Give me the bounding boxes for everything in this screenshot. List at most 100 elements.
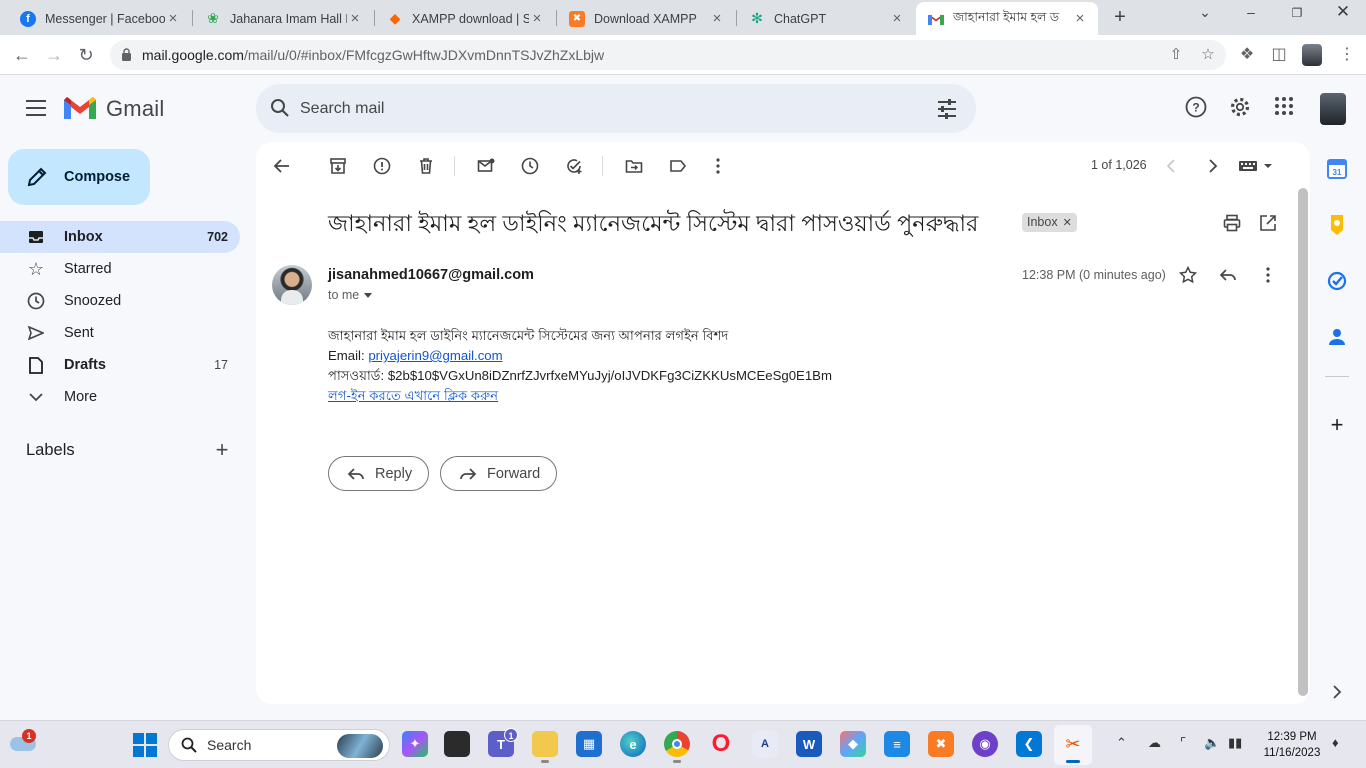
close-icon[interactable]: × bbox=[1072, 10, 1088, 27]
minimize-button[interactable]: – bbox=[1236, 4, 1266, 20]
share-icon[interactable]: ⇧ bbox=[1166, 46, 1186, 66]
close-window-button[interactable]: ✕ bbox=[1328, 2, 1358, 22]
word-icon[interactable]: W bbox=[796, 731, 822, 757]
forward-button[interactable]: Forward bbox=[440, 456, 558, 491]
browser-menu-icon[interactable]: ⋮ bbox=[1336, 44, 1358, 66]
open-new-window-button[interactable] bbox=[1256, 211, 1280, 235]
onedrive-icon[interactable]: ☁ bbox=[1148, 735, 1161, 751]
search-icon[interactable] bbox=[270, 98, 290, 118]
message-more-icon[interactable] bbox=[1256, 263, 1280, 287]
address-bar[interactable]: mail.google.com/mail/u/0/#inbox/FMfcgzGw… bbox=[110, 40, 1226, 70]
chrome-icon[interactable] bbox=[664, 731, 690, 757]
print-all-button[interactable] bbox=[1220, 211, 1244, 235]
github-icon[interactable]: ◉ bbox=[972, 731, 998, 757]
snipping-tool-icon[interactable]: ✂ bbox=[1060, 731, 1086, 757]
email-link[interactable]: priyajerin9@gmail.com bbox=[368, 348, 502, 363]
taskbar-search[interactable]: Search bbox=[168, 729, 390, 761]
side-panel-icon[interactable]: ◫ bbox=[1268, 44, 1290, 66]
close-icon[interactable]: × bbox=[165, 10, 181, 27]
volume-icon[interactable]: 🔈 bbox=[1204, 735, 1220, 751]
nav-starred[interactable]: ☆ Starred bbox=[0, 253, 240, 285]
search-options-icon[interactable] bbox=[936, 98, 958, 120]
search-input[interactable] bbox=[300, 96, 900, 122]
reply-icon-button[interactable] bbox=[1216, 263, 1240, 287]
sender-email[interactable]: jisanahmed10667@gmail.com bbox=[328, 267, 534, 283]
newer-button[interactable] bbox=[1160, 154, 1184, 178]
new-tab-button[interactable]: + bbox=[1110, 6, 1130, 28]
nav-more[interactable]: More bbox=[0, 381, 240, 413]
archive-button[interactable] bbox=[326, 154, 350, 178]
store-icon[interactable]: ▦ bbox=[576, 731, 602, 757]
nav-snoozed[interactable]: Snoozed bbox=[0, 285, 240, 317]
inbox-label-chip[interactable]: Inbox ✕ bbox=[1022, 213, 1077, 232]
bookmark-star-icon[interactable]: ☆ bbox=[1198, 46, 1218, 66]
remove-label-icon[interactable]: ✕ bbox=[1063, 217, 1072, 229]
tab-jahanara-hall[interactable]: ❀ Jahanara Imam Hall D × bbox=[193, 2, 373, 35]
battery-icon[interactable]: ▮▮ bbox=[1228, 735, 1242, 751]
mark-unread-button[interactable] bbox=[474, 154, 498, 178]
extensions-icon[interactable]: ❖ bbox=[1236, 44, 1258, 66]
tab-search-icon[interactable]: ⌄ bbox=[1190, 4, 1220, 21]
tray-overflow-icon[interactable]: ⌃ bbox=[1116, 735, 1127, 751]
caret-down-icon[interactable] bbox=[364, 293, 373, 299]
nav-drafts[interactable]: Drafts 17 bbox=[0, 349, 240, 381]
main-menu-icon[interactable] bbox=[26, 100, 46, 118]
settings-gear-icon[interactable] bbox=[1228, 96, 1252, 120]
app-icon[interactable]: A bbox=[752, 731, 778, 757]
apps-grid-icon[interactable] bbox=[1272, 96, 1296, 120]
opera-icon[interactable]: O bbox=[708, 730, 734, 757]
account-avatar[interactable] bbox=[1320, 93, 1346, 125]
file-explorer-icon[interactable] bbox=[532, 731, 558, 757]
restore-button[interactable]: ❐ bbox=[1282, 6, 1312, 20]
back-to-inbox-button[interactable] bbox=[270, 154, 294, 178]
xampp-taskbar-icon[interactable]: ✖ bbox=[928, 731, 954, 757]
tab-messenger[interactable]: f Messenger | Facebook × bbox=[8, 2, 191, 35]
more-options-icon[interactable] bbox=[706, 154, 730, 178]
reply-button[interactable]: Reply bbox=[328, 456, 430, 491]
create-label-button[interactable]: + bbox=[212, 439, 232, 461]
snooze-button[interactable] bbox=[518, 154, 542, 178]
notification-bell-icon[interactable]: ♦ bbox=[1332, 735, 1339, 750]
start-button[interactable] bbox=[133, 733, 157, 757]
gmail-logo-icon[interactable] bbox=[64, 96, 96, 122]
input-tools-button[interactable] bbox=[1236, 154, 1276, 178]
notepad-icon[interactable]: ≡ bbox=[884, 731, 910, 757]
tab-gmail-active[interactable]: জাহানারা ইমাম হল ড × bbox=[916, 2, 1098, 35]
copilot-icon[interactable]: ✦ bbox=[402, 731, 428, 757]
gitkraken-icon[interactable]: ◆ bbox=[840, 731, 866, 757]
close-icon[interactable]: × bbox=[709, 10, 725, 27]
help-icon[interactable]: ? bbox=[1184, 96, 1208, 120]
compose-button[interactable]: Compose bbox=[8, 149, 150, 205]
system-clock[interactable]: 12:39 PM 11/16/2023 bbox=[1258, 729, 1326, 761]
tasks-icon[interactable] bbox=[1326, 270, 1348, 292]
labels-button[interactable] bbox=[666, 154, 690, 178]
forward-button[interactable]: → bbox=[42, 43, 66, 67]
show-side-panel-icon[interactable] bbox=[1326, 681, 1348, 703]
close-icon[interactable]: × bbox=[529, 10, 545, 27]
star-message-button[interactable] bbox=[1176, 263, 1200, 287]
tab-download-xampp[interactable]: ✖ Download XAMPP × bbox=[557, 2, 735, 35]
wifi-icon[interactable]: ⌜ bbox=[1180, 735, 1186, 751]
contacts-icon[interactable] bbox=[1326, 326, 1348, 348]
move-to-button[interactable] bbox=[622, 154, 646, 178]
vscode-icon[interactable]: ❮ bbox=[1016, 731, 1042, 757]
close-icon[interactable]: × bbox=[889, 10, 905, 27]
recipient-details[interactable]: to me bbox=[328, 288, 373, 302]
nav-inbox[interactable]: Inbox 702 bbox=[0, 221, 240, 253]
sender-avatar[interactable] bbox=[272, 265, 312, 305]
keep-icon[interactable] bbox=[1326, 214, 1348, 236]
reload-button[interactable]: ↻ bbox=[74, 43, 98, 67]
task-view-icon[interactable] bbox=[444, 731, 470, 757]
nav-sent[interactable]: Sent bbox=[0, 317, 240, 349]
login-link[interactable]: লগ-ইন করতে এখানে ক্লিক করুন bbox=[328, 388, 498, 403]
edge-icon[interactable]: e bbox=[620, 731, 646, 757]
scrollbar[interactable] bbox=[1298, 188, 1308, 696]
add-to-tasks-button[interactable] bbox=[562, 154, 586, 178]
tab-xampp-sourceforge[interactable]: ◆ XAMPP download | S × bbox=[375, 2, 555, 35]
tab-chatgpt[interactable]: ✻ ChatGPT × bbox=[737, 2, 915, 35]
back-button[interactable]: ← bbox=[10, 43, 34, 67]
close-icon[interactable]: × bbox=[347, 10, 363, 27]
profile-avatar[interactable] bbox=[1302, 44, 1322, 66]
get-addons-icon[interactable]: + bbox=[1326, 412, 1348, 437]
report-spam-button[interactable] bbox=[370, 154, 394, 178]
